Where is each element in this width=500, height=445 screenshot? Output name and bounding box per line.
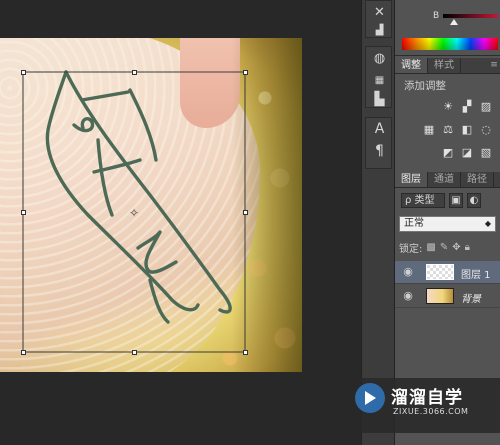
adjust-tabbar: 调整 样式 ≡ — [395, 58, 500, 74]
handle-middle-right[interactable] — [243, 210, 248, 215]
layers-tabbar: 图层 通道 路径 — [395, 172, 500, 188]
handle-top-center[interactable] — [132, 70, 137, 75]
handle-top-left[interactable] — [21, 70, 26, 75]
canvas-area[interactable]: ✧ — [0, 0, 361, 445]
photo-filter-icon[interactable]: ◌ — [479, 123, 493, 136]
handle-bottom-right[interactable] — [243, 350, 248, 355]
b-slider-thumb[interactable] — [450, 19, 458, 25]
tab-layers[interactable]: 图层 — [395, 172, 428, 187]
tab-styles[interactable]: 样式 — [428, 58, 461, 73]
transform-overlay[interactable] — [0, 0, 361, 445]
info-icon[interactable]: ▦ — [366, 69, 393, 91]
b-channel-slider[interactable] — [443, 14, 498, 18]
tool-group-top: ✕ ▟ — [365, 0, 392, 38]
lock-move-icon[interactable]: ✥ — [452, 242, 460, 253]
eye-icon[interactable]: ◉ — [402, 290, 414, 302]
handle-bottom-center[interactable] — [132, 350, 137, 355]
brightness-icon[interactable]: ☀ — [441, 100, 455, 113]
watermark-subtitle: ZIXUE.3066.COM — [393, 407, 469, 416]
layers-filter-row: ρ 类型 ▣ ◐ — [401, 193, 496, 208]
filter-adjust-icon[interactable]: ◐ — [467, 193, 481, 208]
tool-group-middle: ◍ ▦ ▙ — [365, 46, 392, 108]
curves-icon[interactable]: ▨ — [479, 100, 493, 113]
lock-label: 锁定: — [399, 243, 423, 255]
spectrum-shade — [402, 38, 498, 50]
navigator-icon[interactable]: ◍ — [366, 47, 393, 69]
tool-group-text: A ¶ — [365, 117, 392, 169]
blend-mode-value: 正常 — [404, 218, 424, 229]
handle-top-right[interactable] — [243, 70, 248, 75]
eye-icon[interactable]: ◉ — [402, 266, 414, 278]
bw-icon[interactable]: ◧ — [460, 123, 474, 136]
chevron-down-icon: ◆ — [484, 219, 491, 228]
threshold-icon[interactable]: ◪ — [460, 146, 474, 159]
layer-thumbnail — [426, 288, 454, 304]
play-icon — [365, 391, 376, 405]
filter-type-select[interactable]: ρ 类型 — [401, 193, 445, 208]
transform-center-icon[interactable]: ✧ — [128, 207, 140, 219]
adjust-icons-row-2: ▦ ⚖ ◧ ◌ — [395, 123, 500, 136]
properties-icon[interactable]: ▙ — [366, 91, 393, 107]
color-panel-icon[interactable]: ✕ — [366, 1, 393, 23]
handle-bottom-left[interactable] — [21, 350, 26, 355]
tab-paths[interactable]: 路径 — [461, 172, 494, 187]
color-panel: B — [395, 0, 500, 56]
color-balance-icon[interactable]: ⚖ — [441, 123, 455, 136]
paragraph-icon[interactable]: ¶ — [366, 140, 393, 162]
invert-icon[interactable]: ◩ — [441, 146, 455, 159]
lock-brush-icon[interactable]: ✎ — [440, 242, 448, 253]
watermark: 溜溜自学 ZIXUE.3066.COM — [349, 378, 500, 433]
histogram-icon[interactable]: ▟ — [366, 23, 393, 37]
lock-row: 锁定: ▩ ✎ ✥ 🔒︎ — [399, 240, 499, 255]
gradient-map-icon[interactable]: ▧ — [479, 146, 493, 159]
layer-name[interactable]: 图层 1 — [461, 266, 491, 281]
handle-middle-left[interactable] — [21, 210, 26, 215]
lock-all-icon[interactable]: 🔒︎ — [465, 242, 470, 253]
lock-transparency-icon[interactable]: ▩ — [426, 242, 435, 253]
watermark-title: 溜溜自学 — [391, 388, 463, 408]
panel-menu-icon[interactable]: ≡ — [488, 58, 500, 73]
layer-row-background[interactable]: ◉ 背景 — [395, 285, 500, 308]
layer-row-1[interactable]: ◉ 图层 1 — [395, 261, 500, 284]
adjust-icons-row-1: ☀ ▞ ▨ — [395, 100, 500, 113]
levels-icon[interactable]: ▞ — [460, 100, 474, 113]
layer-name[interactable]: 背景 — [461, 290, 481, 305]
vibrance-icon[interactable]: ▦ — [422, 123, 436, 136]
filter-pixel-icon[interactable]: ▣ — [449, 193, 463, 208]
adjust-icons-row-3: ◩ ◪ ▧ — [395, 146, 500, 159]
tab-adjustments[interactable]: 调整 — [395, 58, 428, 73]
character-icon[interactable]: A — [366, 118, 393, 140]
blend-mode-select[interactable]: 正常 ◆ — [399, 216, 496, 232]
layer-thumbnail — [426, 264, 454, 280]
b-channel-label: B — [433, 11, 440, 21]
signature-stroke — [45, 70, 232, 324]
add-adjustment-title: 添加调整 — [404, 80, 446, 92]
tab-channels[interactable]: 通道 — [428, 172, 461, 187]
